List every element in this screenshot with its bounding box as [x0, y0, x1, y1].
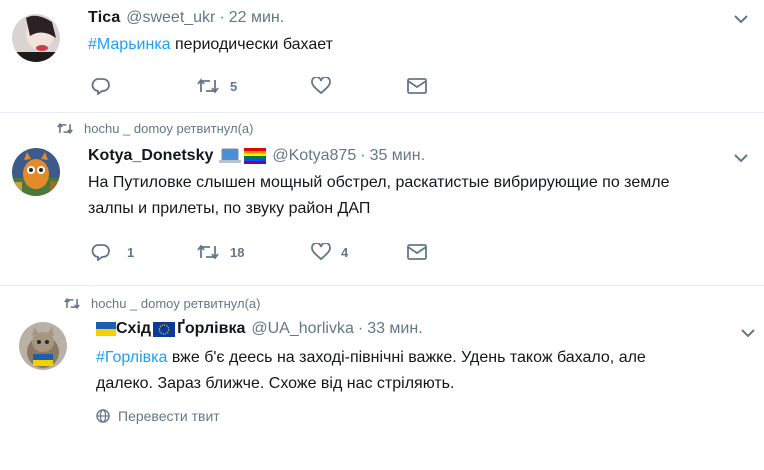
chevron-down-icon[interactable] — [734, 153, 748, 163]
envelope-icon — [407, 244, 427, 260]
direct-message-button[interactable] — [407, 244, 427, 260]
tweet-body: периодически бахает — [170, 36, 333, 53]
author-handle[interactable]: @Kotya875 — [272, 147, 356, 165]
retweet-count: 18 — [230, 244, 245, 260]
retweet-icon — [57, 122, 73, 135]
tweet-text-line: На Путиловке слышен мощный обстрел, раск… — [88, 174, 670, 191]
retweet-context: hochu _ domoy ретвитнул(а) — [63, 296, 260, 311]
author-name[interactable]: Tіса — [88, 9, 120, 27]
retweet-context: hochu _ domoy ретвитнул(а) — [56, 121, 253, 136]
retweet-icon — [197, 78, 219, 94]
tweet-text: На Путиловке слышен мощный обстрел, раск… — [88, 171, 669, 220]
author-name-part[interactable]: Ґорлівка — [177, 320, 245, 338]
translate-link[interactable]: Перевести твит — [96, 408, 220, 424]
hashtag-link[interactable]: #Марьинка — [88, 36, 171, 53]
tweet-text: #Горлівка вже б'є деесь на заході-північ… — [96, 346, 646, 395]
retweet-count: 5 — [230, 78, 238, 94]
retweeted-by[interactable]: hochu _ domoy ретвитнул(а) — [84, 121, 253, 136]
author-name[interactable]: Kotya_Donetsky — [88, 147, 213, 165]
reply-icon — [91, 78, 110, 95]
globe-icon — [96, 409, 110, 423]
timestamp[interactable]: 33 мин. — [367, 320, 422, 338]
tweet-body: вже б'є деесь на заході-північні важке. … — [167, 349, 646, 366]
envelope-icon — [407, 78, 427, 94]
author-name-part[interactable]: Схід — [116, 320, 151, 338]
separator: · — [357, 320, 364, 337]
tweet-text-line: залпы и прилеты, по звуку район ДАП — [88, 200, 371, 217]
retweet-button[interactable]: 18 — [196, 243, 244, 261]
eu-flag-icon — [153, 321, 176, 337]
reply-button[interactable] — [91, 77, 111, 95]
reply-button[interactable]: 1 — [91, 243, 134, 261]
tweet-text: #Марьинка периодически бахает — [88, 33, 333, 56]
tweet-1[interactable]: Tіса @sweet_ukr · 22 мин. #Марьинка пери… — [0, 0, 764, 112]
like-button[interactable]: 4 — [311, 243, 348, 261]
timestamp[interactable]: 22 мин. — [229, 9, 284, 27]
chevron-down-icon[interactable] — [734, 14, 748, 24]
ukraine-flag-icon — [96, 322, 116, 336]
laptop-emoji-icon — [219, 148, 242, 163]
tweet-2[interactable]: hochu _ domoy ретвитнул(а) Kotya_Donetsk… — [0, 113, 764, 285]
separator: · — [219, 9, 225, 26]
tweet-text-line: далеко. Зараз ближче. Схоже від нас стрі… — [96, 375, 455, 392]
like-count: 4 — [341, 244, 349, 260]
timestamp[interactable]: 35 мин. — [370, 147, 425, 165]
avatar[interactable] — [12, 148, 60, 196]
retweet-icon — [197, 244, 219, 260]
reply-count: 1 — [127, 244, 135, 260]
reply-icon — [91, 244, 110, 261]
retweet-icon — [64, 297, 80, 310]
tweet-3[interactable]: hochu _ domoy ретвитнул(а) Схід Ґорлівка… — [0, 286, 764, 470]
retweet-button[interactable]: 5 — [196, 77, 237, 95]
heart-icon — [311, 77, 331, 95]
rainbow-flag-icon — [244, 148, 267, 164]
heart-icon — [311, 243, 331, 261]
hashtag-link[interactable]: #Горлівка — [96, 349, 167, 366]
direct-message-button[interactable] — [407, 78, 427, 94]
chevron-down-icon[interactable] — [741, 328, 755, 338]
avatar[interactable] — [12, 14, 60, 62]
separator: · — [360, 147, 366, 164]
retweeted-by[interactable]: hochu _ domoy ретвитнул(а) — [91, 296, 260, 311]
author-handle[interactable]: @UA_horlivka — [251, 320, 354, 338]
like-button[interactable] — [311, 77, 331, 95]
translate-label: Перевести твит — [118, 408, 220, 424]
avatar[interactable] — [19, 322, 67, 370]
author-handle[interactable]: @sweet_ukr — [126, 9, 215, 27]
